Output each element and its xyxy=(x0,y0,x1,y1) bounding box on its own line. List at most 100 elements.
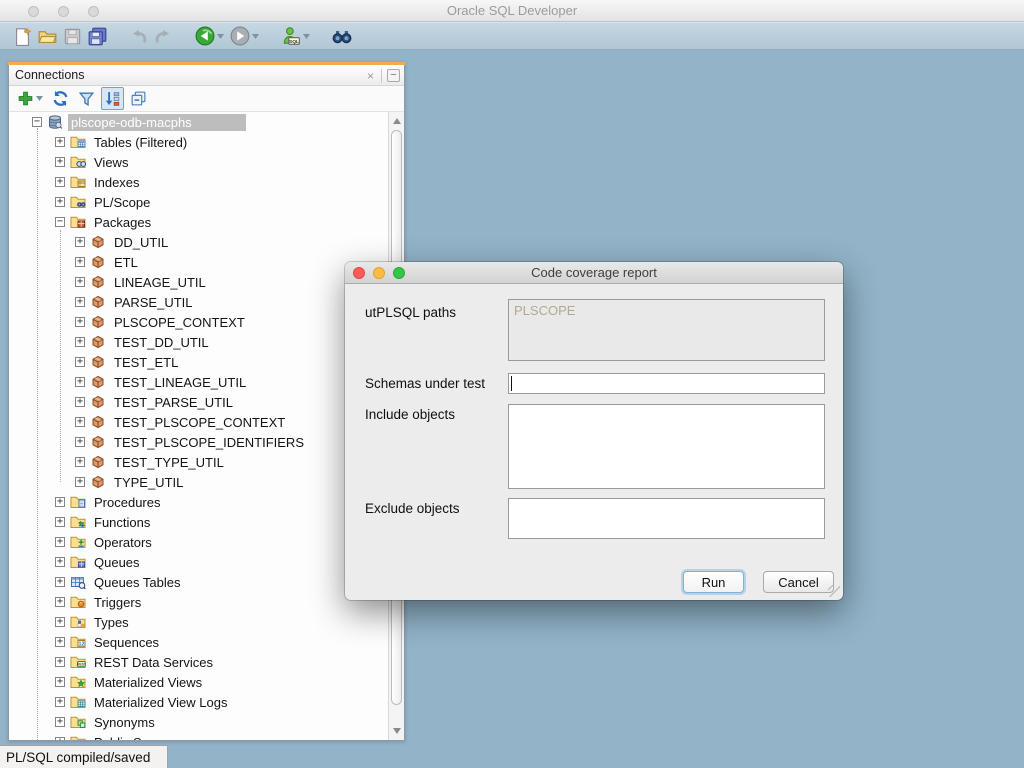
cancel-button[interactable]: Cancel xyxy=(763,571,834,593)
chevron-down-icon[interactable] xyxy=(217,34,224,39)
expand-toggle-icon[interactable]: + xyxy=(75,477,85,487)
expand-toggle-icon[interactable]: + xyxy=(55,697,65,707)
tree-row[interactable]: + Types xyxy=(9,612,388,632)
undo-button[interactable] xyxy=(126,25,151,48)
back-button[interactable] xyxy=(192,24,227,48)
tree-row[interactable]: + TEST_TYPE_UTIL xyxy=(9,452,388,472)
collapse-toggle-icon[interactable]: − xyxy=(32,117,42,127)
expand-toggle-icon[interactable]: + xyxy=(55,617,65,627)
expand-toggle-icon[interactable]: + xyxy=(75,237,85,247)
tree-row[interactable]: − Packages xyxy=(9,212,388,232)
tree-row[interactable]: + LINEAGE_UTIL xyxy=(9,272,388,292)
tree-row[interactable]: + TEST_DD_UTIL xyxy=(9,332,388,352)
dialog-titlebar[interactable]: Code coverage report xyxy=(345,262,843,284)
expand-toggle-icon[interactable]: + xyxy=(55,137,65,147)
chevron-down-icon[interactable] xyxy=(36,96,43,101)
expand-toggle-icon[interactable]: + xyxy=(55,657,65,667)
expand-toggle-icon[interactable]: + xyxy=(55,577,65,587)
tree-row[interactable]: + Tables (Filtered) xyxy=(9,132,388,152)
dialog-close-button[interactable] xyxy=(353,267,365,279)
save-all-button[interactable] xyxy=(85,25,110,48)
tree-row[interactable]: + Functions xyxy=(9,512,388,532)
dialog-resize-grip[interactable] xyxy=(828,585,840,597)
redo-button[interactable] xyxy=(151,25,176,48)
collapse-toggle-icon[interactable]: − xyxy=(55,217,65,227)
scroll-down-icon[interactable] xyxy=(393,728,401,734)
exclude-objects-field[interactable] xyxy=(508,498,825,539)
tree-row[interactable]: + Public Synonyms xyxy=(9,732,388,740)
expand-toggle-icon[interactable]: + xyxy=(55,157,65,167)
forward-button[interactable] xyxy=(227,24,262,48)
expand-toggle-icon[interactable]: + xyxy=(75,417,85,427)
expand-toggle-icon[interactable]: + xyxy=(55,177,65,187)
tree-row[interactable]: + REST REST Data Services xyxy=(9,652,388,672)
collapse-all-button[interactable] xyxy=(127,87,150,110)
tree-row[interactable]: + ETL xyxy=(9,252,388,272)
expand-toggle-icon[interactable]: + xyxy=(75,437,85,447)
tree-row[interactable]: + PLSCOPE_CONTEXT xyxy=(9,312,388,332)
tree-row[interactable]: + Queues xyxy=(9,552,388,572)
tree-row[interactable]: + 12 Sequences xyxy=(9,632,388,652)
expand-toggle-icon[interactable]: + xyxy=(75,337,85,347)
chevron-down-icon[interactable] xyxy=(303,34,310,39)
search-button[interactable] xyxy=(329,24,355,48)
add-connection-button[interactable] xyxy=(14,87,46,110)
window-minimize-button[interactable] xyxy=(58,6,69,17)
expand-toggle-icon[interactable]: + xyxy=(55,537,65,547)
tree-row[interactable]: + TEST_PLSCOPE_CONTEXT xyxy=(9,412,388,432)
expand-toggle-icon[interactable]: + xyxy=(55,557,65,567)
expand-toggle-icon[interactable]: + xyxy=(55,717,65,727)
tree-row[interactable]: + Materialized Views xyxy=(9,672,388,692)
panel-close-icon[interactable]: × xyxy=(365,70,376,82)
expand-toggle-icon[interactable]: + xyxy=(55,517,65,527)
tree-row[interactable]: + PARSE_UTIL xyxy=(9,292,388,312)
expand-toggle-icon[interactable]: + xyxy=(55,637,65,647)
utplsql-paths-field[interactable]: PLSCOPE xyxy=(508,299,825,361)
new-file-button[interactable] xyxy=(10,25,35,48)
expand-toggle-icon[interactable]: + xyxy=(75,377,85,387)
tree-row[interactable]: + Views xyxy=(9,152,388,172)
tree-row[interactable]: + Triggers xyxy=(9,592,388,612)
expand-toggle-icon[interactable]: + xyxy=(75,397,85,407)
scroll-up-icon[interactable] xyxy=(393,118,401,124)
tree-row[interactable]: + TEST_LINEAGE_UTIL xyxy=(9,372,388,392)
save-button[interactable] xyxy=(60,25,85,48)
chevron-down-icon[interactable] xyxy=(252,34,259,39)
expand-toggle-icon[interactable]: + xyxy=(75,317,85,327)
tree-row[interactable]: + PL/Scope xyxy=(9,192,388,212)
tree-row[interactable]: + TEST_PARSE_UTIL xyxy=(9,392,388,412)
tree-row[interactable]: + Indexes xyxy=(9,172,388,192)
tree-row[interactable]: − plscope-odb-macphs xyxy=(9,112,388,132)
expand-toggle-icon[interactable]: + xyxy=(75,457,85,467)
schemas-under-test-input[interactable] xyxy=(508,373,825,394)
tree-row[interactable]: + Materialized View Logs xyxy=(9,692,388,712)
tree-row[interactable]: + TYPE_UTIL xyxy=(9,472,388,492)
open-folder-button[interactable] xyxy=(35,25,60,48)
expand-toggle-icon[interactable]: + xyxy=(75,277,85,287)
expand-toggle-icon[interactable]: + xyxy=(75,257,85,267)
tree-row[interactable]: + DD_UTIL xyxy=(9,232,388,252)
sql-worksheet-button[interactable]: SQL xyxy=(278,24,313,48)
tree-row[interactable]: + Procedures xyxy=(9,492,388,512)
expand-toggle-icon[interactable]: + xyxy=(75,357,85,367)
tree-row[interactable]: + Queues Tables xyxy=(9,572,388,592)
dialog-zoom-button[interactable] xyxy=(393,267,405,279)
expand-toggle-icon[interactable]: + xyxy=(55,677,65,687)
dialog-minimize-button[interactable] xyxy=(373,267,385,279)
refresh-button[interactable] xyxy=(49,87,72,110)
expand-toggle-icon[interactable]: + xyxy=(55,497,65,507)
filter-button[interactable] xyxy=(75,87,98,110)
window-close-button[interactable] xyxy=(28,6,39,17)
sort-button[interactable] xyxy=(101,87,124,110)
include-objects-field[interactable] xyxy=(508,404,825,489)
run-button[interactable]: Run xyxy=(683,571,744,593)
window-zoom-button[interactable] xyxy=(88,6,99,17)
tree-row[interactable]: + Operators xyxy=(9,532,388,552)
tree-row[interactable]: + Synonyms xyxy=(9,712,388,732)
expand-toggle-icon[interactable]: + xyxy=(55,597,65,607)
tree-row[interactable]: + TEST_PLSCOPE_IDENTIFIERS xyxy=(9,432,388,452)
expand-toggle-icon[interactable]: + xyxy=(55,737,65,740)
panel-minimize-button[interactable]: − xyxy=(387,69,400,82)
expand-toggle-icon[interactable]: + xyxy=(75,297,85,307)
tree-row[interactable]: + TEST_ETL xyxy=(9,352,388,372)
